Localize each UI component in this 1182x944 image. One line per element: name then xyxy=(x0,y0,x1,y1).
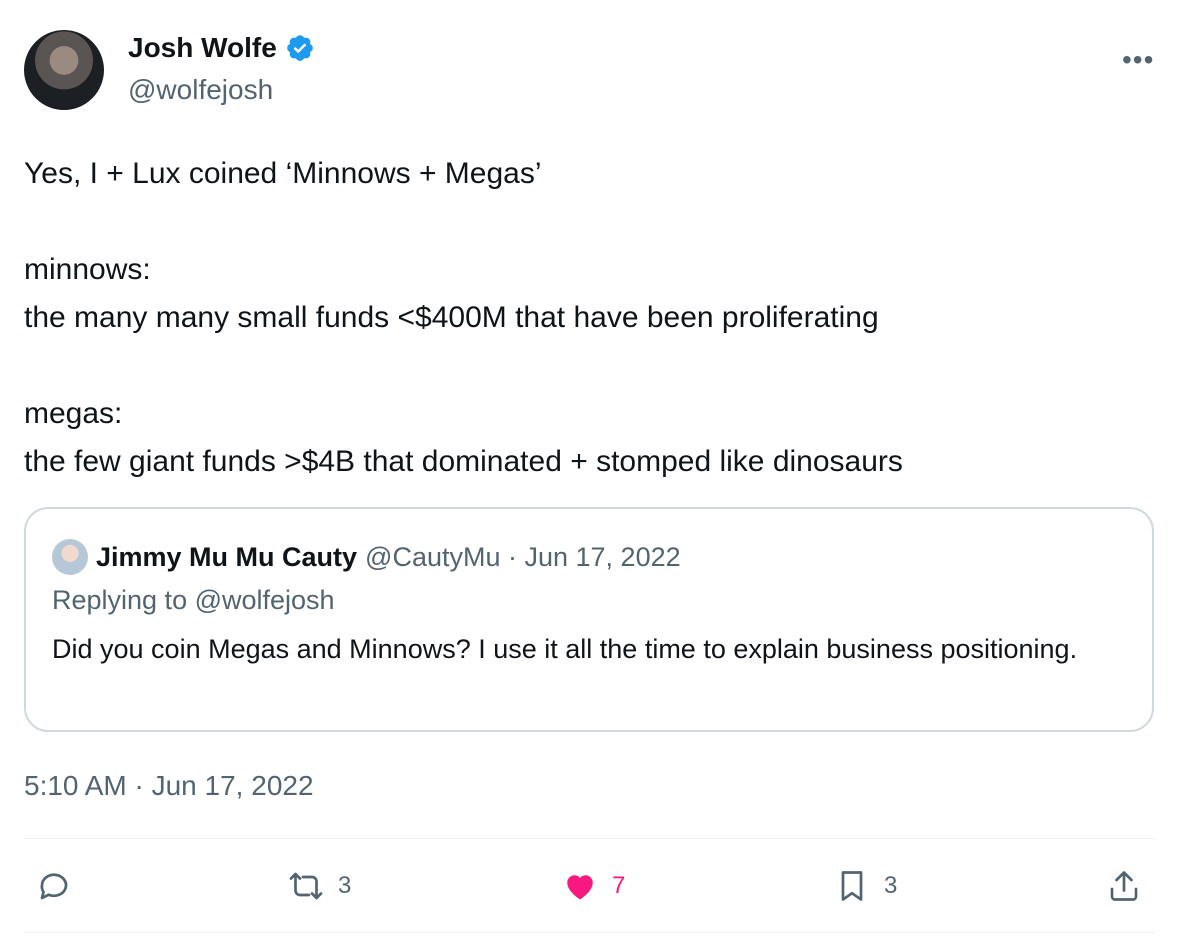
bookmark-icon xyxy=(841,871,863,901)
tweet-line: the few giant funds >$4B that dominated … xyxy=(24,445,903,478)
verified-badge-icon xyxy=(287,35,313,61)
tweet-text: Yes, I + Lux coined ‘Minnows + Megas’ mi… xyxy=(24,150,1154,486)
bookmark-button[interactable]: 3 xyxy=(834,868,897,904)
divider xyxy=(24,932,1156,933)
tweet-timestamp[interactable]: 5:10 AM · Jun 17, 2022 xyxy=(24,770,314,802)
share-button[interactable] xyxy=(1106,868,1156,904)
quoted-author-name: Jimmy Mu Mu Cauty xyxy=(96,541,358,572)
author-name-row[interactable]: Josh Wolfe xyxy=(128,32,315,64)
retweet-button[interactable]: 3 xyxy=(288,868,351,904)
tweet-line: minnows: xyxy=(24,253,151,286)
reply-icon xyxy=(40,873,68,900)
tweet-line: megas: xyxy=(24,397,123,430)
tweet-line: Yes, I + Lux coined ‘Minnows + Megas’ xyxy=(24,157,542,190)
tweet-line: the many many small funds <$400M that ha… xyxy=(24,301,879,334)
more-options-icon[interactable]: ••• xyxy=(1122,44,1154,76)
tweet-line xyxy=(24,342,1154,390)
quoted-author-avatar xyxy=(52,539,88,575)
author-handle[interactable]: @wolfejosh xyxy=(128,74,273,106)
like-button[interactable]: 7 xyxy=(562,868,625,904)
quoted-tweet-header: Jimmy Mu Mu Cauty @CautyMu · Jun 17, 202… xyxy=(52,539,681,575)
share-icon xyxy=(1110,871,1138,901)
quoted-tweet-card[interactable]: Jimmy Mu Mu Cauty @CautyMu · Jun 17, 202… xyxy=(24,507,1154,732)
bookmark-count: 3 xyxy=(884,872,898,899)
divider xyxy=(24,838,1156,839)
quoted-author-meta: @CautyMu · Jun 17, 2022 xyxy=(365,541,681,572)
retweet-count: 3 xyxy=(338,872,352,899)
heart-icon xyxy=(567,875,593,900)
quoted-tweet-text: Did you coin Megas and Minnows? I use it… xyxy=(52,634,1078,664)
reply-button[interactable] xyxy=(36,868,86,904)
tweet-line xyxy=(24,198,1154,246)
author-name[interactable]: Josh Wolfe xyxy=(128,32,277,64)
replying-to-label: Replying to @wolfejosh xyxy=(52,585,335,615)
author-avatar[interactable] xyxy=(24,30,104,110)
retweet-icon xyxy=(289,872,323,900)
like-count: 7 xyxy=(612,872,626,899)
